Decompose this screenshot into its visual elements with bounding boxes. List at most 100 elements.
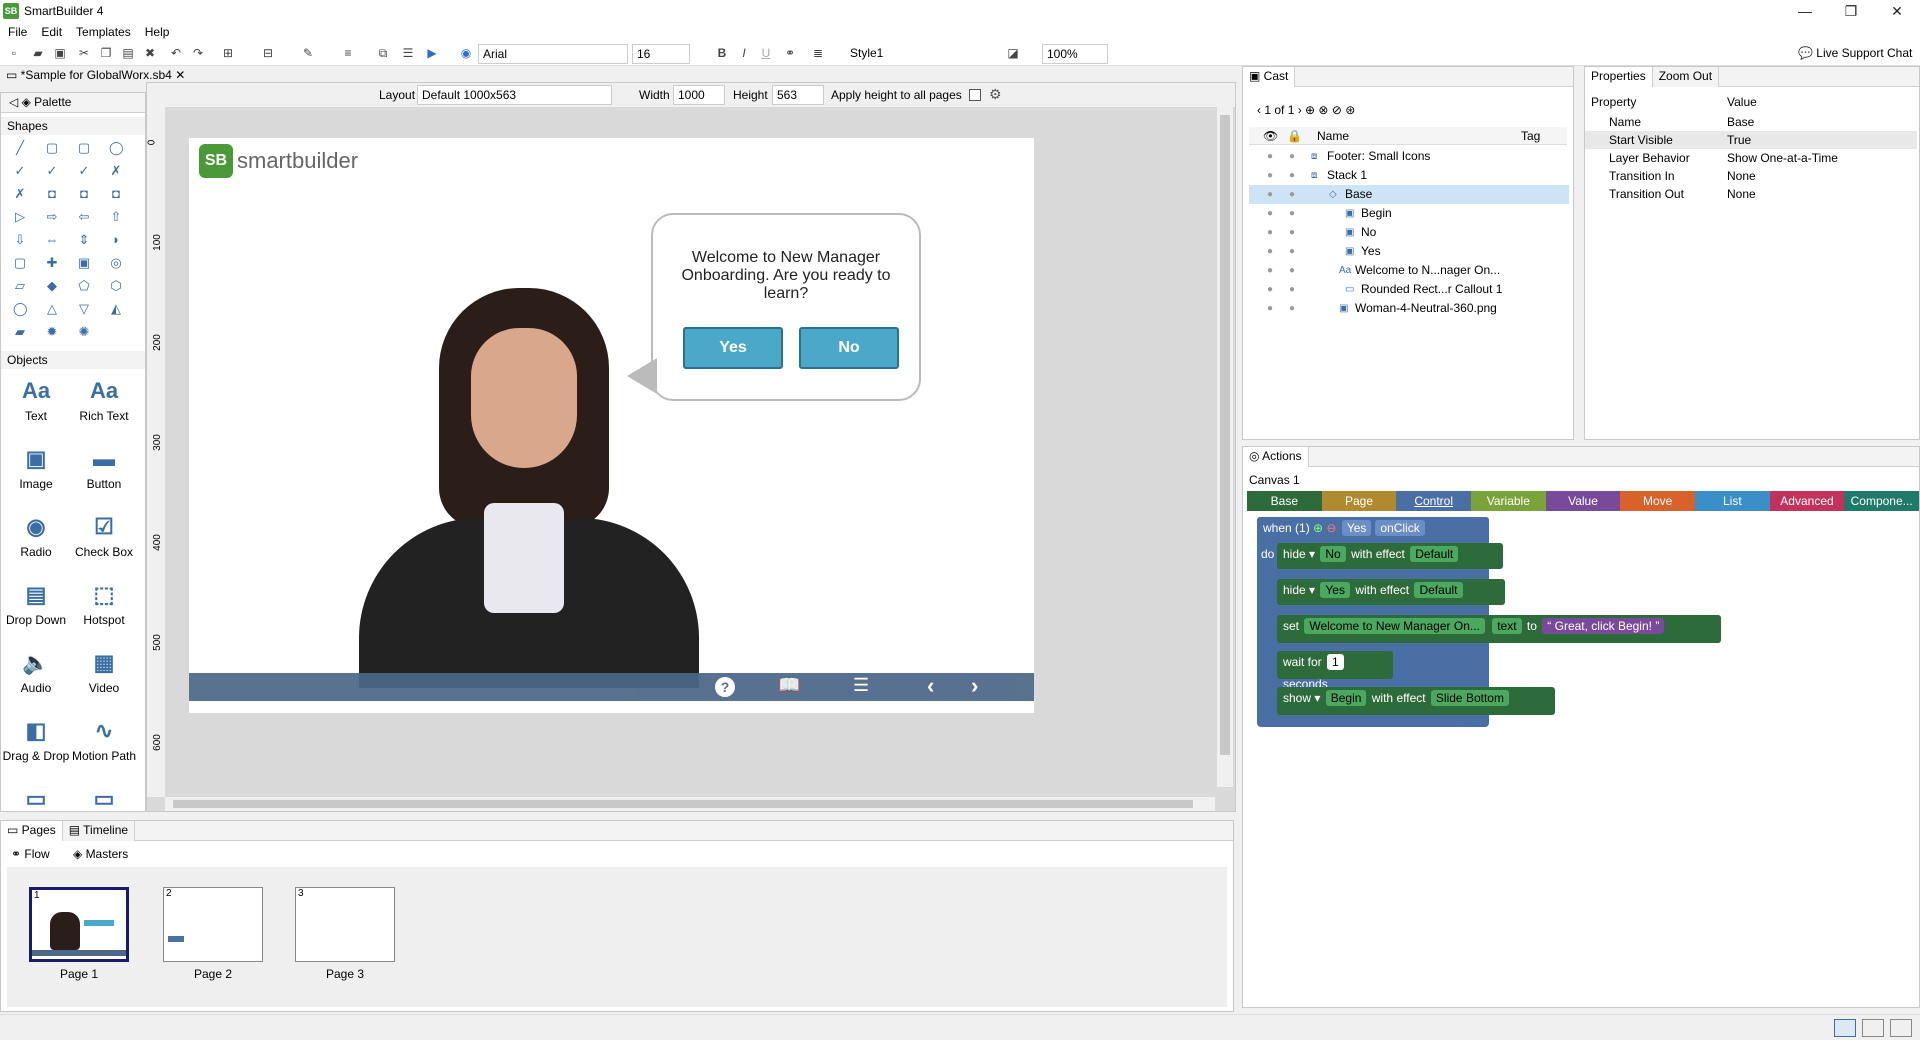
property-row[interactable]: Transition In None [1585, 167, 1917, 185]
link-icon[interactable]: ⚭ [782, 45, 798, 61]
visibility-dot-icon[interactable]: ● [1267, 147, 1275, 166]
help-icon[interactable]: ? [715, 677, 735, 697]
objects-section-header[interactable]: Objects [1, 351, 145, 369]
property-value[interactable]: Base [1727, 113, 1754, 131]
palette-object-3[interactable]: ▬ Button [69, 445, 139, 491]
play-icon[interactable]: ▶ [424, 45, 440, 61]
visibility-dot-icon[interactable]: ● [1267, 185, 1275, 204]
cut-icon[interactable]: ✂ [76, 45, 92, 61]
shape-tool-icon[interactable]: ◆ [45, 279, 59, 293]
shape-tool-icon[interactable]: ⇦ [77, 210, 91, 224]
back-arrow-icon[interactable]: ‹ [927, 673, 934, 699]
shape-tool-icon[interactable]: ▢ [45, 141, 59, 155]
palette-object-8[interactable]: 🔈 Audio [1, 649, 71, 695]
category-tab[interactable]: Variable [1471, 491, 1546, 511]
layout-view-3-icon[interactable] [1890, 1019, 1912, 1037]
category-tab[interactable]: Compone... [1844, 491, 1919, 511]
property-row[interactable]: Start Visible True [1585, 131, 1917, 149]
lock-dot-icon[interactable]: ● [1289, 242, 1297, 261]
palette-object-0[interactable]: Aa Text [1, 377, 71, 423]
copy-icon[interactable]: ❐ [98, 45, 114, 61]
fill-icon[interactable]: ◪ [1005, 45, 1021, 61]
wait-number-slot[interactable]: 1 [1327, 654, 1344, 670]
zoom-select[interactable]: 100% [1042, 44, 1108, 64]
lock-dot-icon[interactable]: ● [1289, 261, 1297, 280]
shapes-section-header[interactable]: Shapes [1, 117, 145, 135]
save-icon[interactable]: ▣ [52, 45, 68, 61]
pages-tab[interactable]: ▭ Pages [1, 821, 63, 841]
palette-object-13[interactable]: ▭Number Input [69, 785, 139, 811]
palette-object-10[interactable]: ◧ Drag & Drop [1, 717, 71, 763]
redo-icon[interactable]: ↷ [190, 45, 206, 61]
shape-tool-icon[interactable]: ▢ [13, 256, 27, 270]
menu-help[interactable]: Help [137, 22, 176, 39]
lock-dot-icon[interactable]: ● [1289, 185, 1297, 204]
shape-tool-icon[interactable]: ▰ [13, 325, 27, 339]
visibility-dot-icon[interactable]: ● [1267, 223, 1275, 242]
cast-item[interactable]: ● ● ▭ Rounded Rect...r Callout 1 [1249, 280, 1569, 299]
hide-no-block[interactable]: hide ▾ No with effect Default [1277, 543, 1503, 569]
visibility-dot-icon[interactable]: ● [1267, 299, 1275, 318]
category-tab[interactable]: Page [1321, 491, 1397, 511]
visibility-dot-icon[interactable]: ● [1267, 261, 1275, 280]
category-tab[interactable]: List [1695, 491, 1770, 511]
book-icon[interactable]: 📖 [778, 675, 800, 696]
flow-tab[interactable]: ⚭ Flow [11, 847, 50, 861]
cast-item[interactable]: ● ● Aa Welcome to N...nager On... [1249, 261, 1569, 280]
layers-icon[interactable]: ☰ [400, 45, 416, 61]
shape-tool-icon[interactable]: ▷ [13, 210, 27, 224]
properties-tab[interactable]: Properties [1585, 67, 1653, 87]
layout-select[interactable]: Default 1000x563 [417, 85, 612, 105]
wait-block[interactable]: wait for 1 seconds [1277, 651, 1393, 691]
shape-tool-icon[interactable]: ⬡ [109, 279, 123, 293]
page-thumb-3[interactable]: 3 [295, 887, 395, 962]
shape-tool-icon[interactable]: ▢ [77, 141, 91, 155]
woman-image[interactable] [339, 268, 699, 688]
shape-tool-icon[interactable]: ◯ [109, 141, 124, 155]
visibility-dot-icon[interactable]: ● [1267, 242, 1275, 261]
delete-icon[interactable]: ✖ [142, 45, 158, 61]
vertical-scrollbar[interactable] [1217, 107, 1233, 787]
lock-dot-icon[interactable]: ● [1289, 299, 1297, 318]
set-property-slot[interactable]: text [1492, 618, 1522, 634]
editor-tab[interactable]: ▭ *Sample for GlobalWorx.sb4 ✕ [6, 68, 185, 82]
layout-view-1-icon[interactable] [1834, 1019, 1856, 1037]
shape-tool-icon[interactable]: ⇧ [109, 210, 123, 224]
cast-item[interactable]: ● ● ◇ Base [1249, 185, 1569, 204]
shape-tool-icon[interactable]: ⇕ [77, 233, 91, 247]
masters-tab[interactable]: ◈ Masters [73, 847, 128, 861]
category-tab[interactable]: Move [1620, 491, 1695, 511]
zoom-out-tab[interactable]: Zoom Out [1652, 67, 1720, 87]
speech-bubble[interactable]: Welcome to New Manager Onboarding. Are y… [651, 213, 921, 401]
shape-tool-icon[interactable]: ✗ [109, 164, 123, 178]
shape-tool-icon[interactable]: ◘ [77, 187, 91, 201]
cast-item[interactable]: ● ● ▣ Woman-4-Neutral-360.png [1249, 299, 1569, 318]
hide-yes-block[interactable]: hide ▾ Yes with effect Default [1277, 579, 1505, 605]
category-tab[interactable]: Base [1247, 491, 1322, 511]
shape-tool-icon[interactable]: ◗ [109, 233, 123, 247]
arrange-icon[interactable]: ≡ [340, 45, 356, 61]
cast-item[interactable]: ● ● ▣ Yes [1249, 242, 1569, 261]
palette-object-12[interactable]: ▭Text Input [1, 785, 71, 811]
shape-tool-icon[interactable]: ✓ [13, 164, 27, 178]
group-icon[interactable]: ⧉ [375, 45, 391, 61]
format-painter-icon[interactable]: ✎ [300, 45, 316, 61]
palette-object-1[interactable]: Aa Rich Text [69, 377, 139, 423]
menu-icon[interactable]: ☰ [853, 675, 869, 696]
bold-button[interactable]: B [714, 45, 730, 61]
shape-tool-icon[interactable]: △ [45, 302, 59, 316]
font-family-select[interactable]: Arial [478, 44, 628, 64]
cast-item[interactable]: ● ● ⧈ Stack 1 [1249, 166, 1569, 185]
visibility-dot-icon[interactable]: ● [1267, 204, 1275, 223]
lock-dot-icon[interactable]: ● [1289, 223, 1297, 242]
italic-button[interactable]: I [736, 45, 752, 61]
show-object-slot[interactable]: Begin [1325, 690, 1367, 706]
shape-tool-icon[interactable]: ✓ [45, 164, 59, 178]
when-event-slot[interactable]: onClick [1375, 520, 1425, 536]
category-tab[interactable]: Value [1545, 491, 1621, 511]
category-tab[interactable]: Control [1396, 491, 1471, 511]
cast-item[interactable]: ● ● ▣ No [1249, 223, 1569, 242]
live-support-link[interactable]: 💬 Live Support Chat [1798, 46, 1912, 60]
shape-tool-icon[interactable]: ◎ [109, 256, 123, 270]
property-value[interactable]: None [1727, 167, 1756, 185]
